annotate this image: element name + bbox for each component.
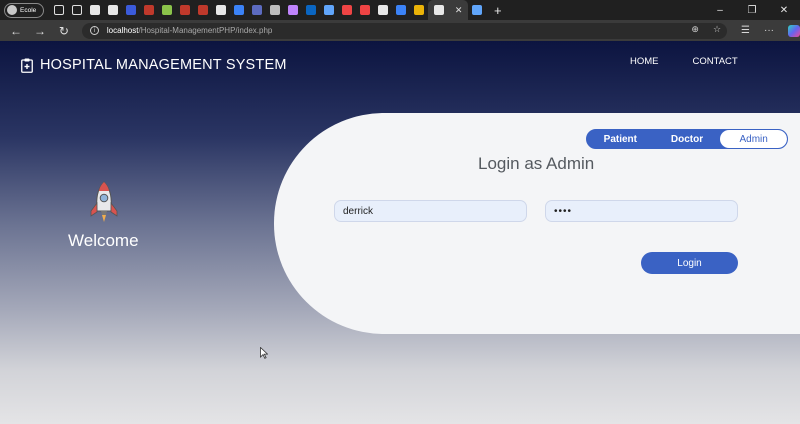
welcome-text: Welcome [68, 231, 139, 250]
browser-tab[interactable] [374, 0, 392, 20]
browser-tab[interactable] [266, 0, 284, 20]
nav-contact-link[interactable]: CONTACT [693, 56, 738, 67]
profile-button[interactable]: Ecole [4, 2, 44, 18]
password-field[interactable]: •••• [545, 200, 738, 222]
tab-favicon-icon [433, 5, 444, 15]
role-tab-doctor[interactable]: Doctor [654, 130, 721, 148]
reload-icon[interactable]: ↻ [52, 24, 76, 38]
browser-tab[interactable] [176, 0, 194, 20]
username-field[interactable]: derrick [334, 200, 527, 222]
url-path: /Hospital-ManagementPHP/index.php [138, 26, 273, 35]
rocket-icon [90, 181, 118, 222]
tab-favicon-icon [144, 5, 154, 15]
forward-arrow-icon[interactable]: → [28, 24, 52, 38]
browser-tab[interactable] [158, 0, 176, 20]
tab-favicon-icon [180, 5, 190, 15]
tab-favicon-icon [216, 5, 226, 15]
tab-favicon-icon [126, 5, 136, 15]
url-input[interactable]: i localhost /Hospital-ManagementPHP/inde… [81, 22, 728, 39]
address-bar-row: ← → ↻ i localhost /Hospital-ManagementPH… [0, 20, 800, 41]
browser-tab-active[interactable]: ✕ [428, 0, 468, 20]
page-body: HOSPITAL MANAGEMENT SYSTEM HOME CONTACT … [0, 41, 800, 424]
site-title: HOSPITAL MANAGEMENT SYSTEM [40, 57, 287, 73]
tab-close-icon[interactable]: ✕ [455, 5, 463, 16]
profile-label: Ecole [20, 6, 37, 14]
browser-tab[interactable] [302, 0, 320, 20]
window-controls: – ❐ ✕ [704, 0, 800, 20]
tab-favicon-icon [198, 5, 208, 15]
browser-tab[interactable] [140, 0, 158, 20]
login-button[interactable]: Login [641, 252, 738, 274]
favorite-star-icon[interactable]: ☆ [713, 24, 721, 35]
role-tab-admin[interactable]: Admin [720, 130, 787, 148]
avatar [7, 5, 17, 15]
copilot-icon[interactable] [788, 24, 800, 37]
role-tab-patient[interactable]: Patient [587, 130, 654, 148]
browser-tab[interactable] [356, 0, 374, 20]
tab-favicon-icon [378, 5, 388, 15]
tab-favicon-icon [472, 5, 482, 15]
browser-tab[interactable] [212, 0, 230, 20]
tab-favicon-icon [90, 5, 100, 15]
browser-tab[interactable] [338, 0, 356, 20]
tab-favicon-icon [324, 5, 334, 15]
browser-tab[interactable] [284, 0, 302, 20]
minimize-button[interactable]: – [704, 0, 736, 20]
close-window-button[interactable]: ✕ [768, 0, 800, 20]
workspaces-icon[interactable] [54, 5, 64, 15]
site-info-icon[interactable]: i [89, 26, 99, 35]
nav-home-link[interactable]: HOME [630, 56, 659, 67]
url-host: localhost [106, 26, 139, 35]
tab-favicon-icon [108, 5, 118, 15]
browser-tab[interactable] [248, 0, 266, 20]
browser-tab[interactable] [392, 0, 410, 20]
tab-favicon-icon [360, 5, 370, 15]
top-nav: HOME CONTACT [630, 56, 738, 67]
tab-favicon-icon [342, 5, 352, 15]
tab-favicon-icon [234, 5, 244, 15]
zoom-icon[interactable]: ⊕ [691, 24, 699, 35]
role-toggle: Patient Doctor Admin [586, 129, 788, 149]
clipboard-icon [21, 58, 33, 73]
browser-tab[interactable] [320, 0, 338, 20]
new-tab-button[interactable]: + [494, 3, 502, 18]
mouse-cursor-icon [260, 347, 268, 359]
tab-actions-icon[interactable] [72, 5, 82, 15]
maximize-button[interactable]: ❐ [736, 0, 768, 20]
browser-tab[interactable] [194, 0, 212, 20]
login-title: Login as Admin [478, 154, 595, 173]
browser-tab-bar: Ecole ✕ + – ❐ ✕ [0, 0, 800, 20]
browser-tab[interactable] [468, 0, 486, 20]
favorites-icon[interactable]: ☰ [741, 25, 750, 36]
browser-tab[interactable] [410, 0, 428, 20]
brand: HOSPITAL MANAGEMENT SYSTEM [21, 57, 287, 73]
login-card: Patient Doctor Admin Login as Admin derr… [274, 113, 800, 334]
browser-tab[interactable] [230, 0, 248, 20]
browser-tab[interactable] [104, 0, 122, 20]
back-arrow-icon[interactable]: ← [4, 24, 28, 38]
more-menu-icon[interactable]: ··· [764, 25, 774, 36]
tab-favicon-icon [306, 5, 316, 15]
tab-favicon-icon [396, 5, 406, 15]
browser-tab[interactable] [86, 0, 104, 20]
browser-tab[interactable] [122, 0, 140, 20]
tab-favicon-icon [414, 5, 424, 15]
tab-favicon-icon [288, 5, 298, 15]
tab-strip: ✕ [86, 0, 486, 20]
tab-favicon-icon [162, 5, 172, 15]
tab-favicon-icon [252, 5, 262, 15]
tab-favicon-icon [270, 5, 280, 15]
